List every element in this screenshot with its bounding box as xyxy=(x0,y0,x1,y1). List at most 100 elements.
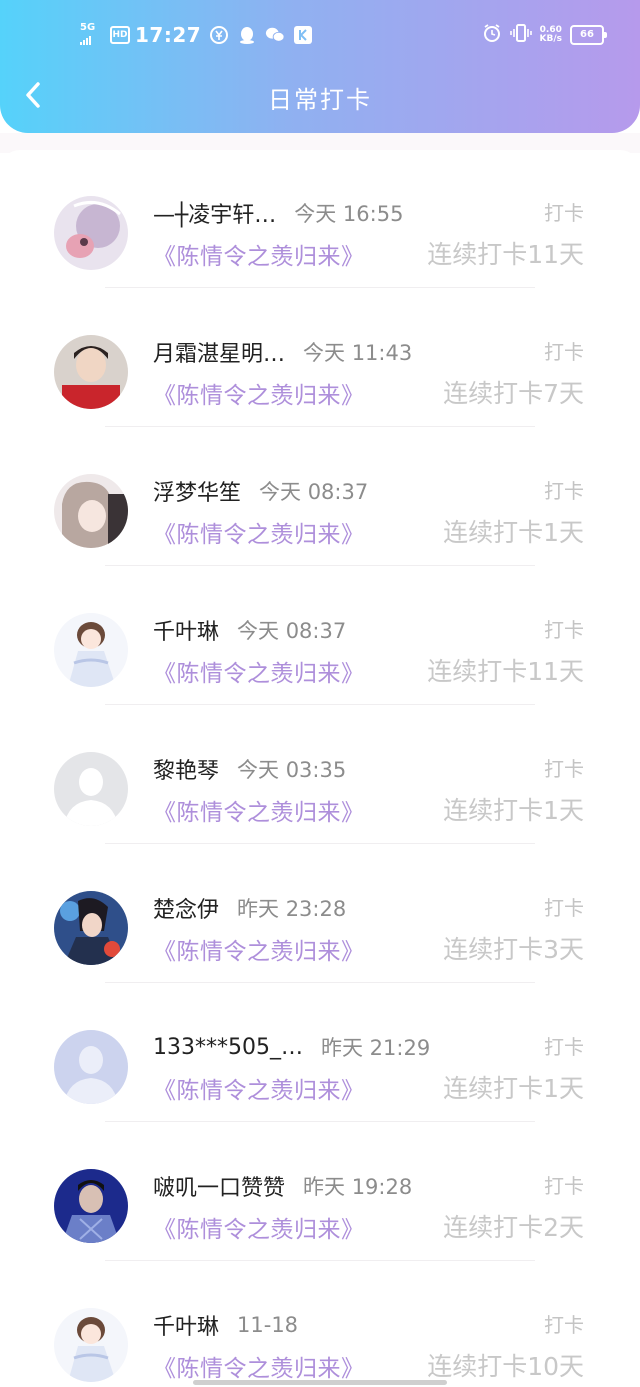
name-line: 千叶琳 今天 08:37 xyxy=(153,614,346,646)
user-name[interactable]: 月霜湛星明… xyxy=(153,336,285,368)
list-item[interactable]: 133***505_… 昨天 21:29 打卡 《陈情令之羡归来》 连续打卡1天 xyxy=(0,984,640,1123)
divider xyxy=(105,426,535,427)
default-gray-avatar[interactable] xyxy=(54,752,128,826)
book-title[interactable]: 《陈情令之羡归来》 xyxy=(153,793,365,827)
list-item[interactable]: 月霜湛星明… 今天 11:43 打卡 《陈情令之羡归来》 连续打卡7天 xyxy=(0,289,640,428)
book-title[interactable]: 《陈情令之羡归来》 xyxy=(153,1071,365,1105)
user-name[interactable]: 千叶琳 xyxy=(153,614,219,646)
checkin-tag: 打卡 xyxy=(544,340,584,364)
list-item[interactable]: 千叶琳 11-18 打卡 《陈情令之羡归来》 连续打卡10天 xyxy=(0,1262,640,1387)
streak-count: 连续打卡1天 xyxy=(443,518,584,547)
header: 5G HD 17:27 0.60 KB/s 66 日常打卡 xyxy=(0,0,640,133)
checkin-time: 今天 08:37 xyxy=(237,619,347,643)
divider xyxy=(105,1260,535,1261)
page-title: 日常打卡 xyxy=(268,86,372,114)
streak-count: 连续打卡11天 xyxy=(427,657,584,686)
divider xyxy=(105,843,535,844)
divider xyxy=(105,565,535,566)
user-name[interactable]: 千叶琳 xyxy=(153,1309,219,1341)
checkin-time: 今天 16:55 xyxy=(294,202,404,226)
list-item[interactable]: 啵叽一口赞赞 昨天 19:28 打卡 《陈情令之羡归来》 连续打卡2天 xyxy=(0,1123,640,1262)
network-type: 5G xyxy=(80,22,96,33)
book-title[interactable]: 《陈情令之羡归来》 xyxy=(153,515,365,549)
checkin-time: 11-18 xyxy=(237,1313,299,1337)
divider xyxy=(105,704,535,705)
list-item[interactable]: 浮梦华笙 今天 08:37 打卡 《陈情令之羡归来》 连续打卡1天 xyxy=(0,428,640,567)
nav-bar: 日常打卡 xyxy=(0,70,640,124)
streak-count: 连续打卡1天 xyxy=(443,796,584,825)
k-app-icon xyxy=(293,25,313,45)
signal-icon: 5G xyxy=(80,22,96,48)
user-name[interactable]: 黎艳琴 xyxy=(153,753,219,785)
user-name[interactable]: 啵叽一口赞赞 xyxy=(153,1170,285,1202)
anime-pink-avatar[interactable] xyxy=(54,196,128,270)
name-line: 月霜湛星明… 今天 11:43 xyxy=(153,336,412,368)
book-title[interactable]: 《陈情令之羡归来》 xyxy=(153,376,365,410)
battery-icon: 66 xyxy=(570,25,607,45)
status-right: 0.60 KB/s 66 xyxy=(482,22,607,48)
vibrate-icon xyxy=(509,23,532,47)
checkin-time: 昨天 21:29 xyxy=(320,1036,431,1060)
user-name[interactable]: —┼凌宇轩… xyxy=(153,197,276,229)
streak-count: 连续打卡7天 xyxy=(443,379,584,408)
list-item[interactable]: 楚念伊 昨天 23:28 打卡 《陈情令之羡归来》 连续打卡3天 xyxy=(0,845,640,984)
name-line: 黎艳琴 今天 03:35 xyxy=(153,753,346,785)
divider xyxy=(105,1121,535,1122)
list-item[interactable]: 千叶琳 今天 08:37 打卡 《陈情令之羡归来》 连续打卡11天 xyxy=(0,567,640,706)
user-name[interactable]: 浮梦华笙 xyxy=(153,475,241,507)
checkin-tag: 打卡 xyxy=(544,1035,584,1059)
user-name[interactable]: 楚念伊 xyxy=(153,892,219,924)
streak-count: 连续打卡1天 xyxy=(443,1074,584,1103)
hd-badge: HD xyxy=(110,26,130,44)
anime-girl-avatar[interactable] xyxy=(54,474,128,548)
checkin-time: 昨天 23:28 xyxy=(237,897,347,921)
chibi-avatar[interactable] xyxy=(54,1308,128,1382)
checkin-tag: 打卡 xyxy=(544,1174,584,1198)
divider xyxy=(105,287,535,288)
checkin-tag: 打卡 xyxy=(544,618,584,642)
name-line: 楚念伊 昨天 23:28 xyxy=(153,892,346,924)
status-time: 17:27 xyxy=(135,23,202,47)
checkin-tag: 打卡 xyxy=(544,201,584,225)
name-line: 啵叽一口赞赞 昨天 19:28 xyxy=(153,1170,412,1202)
book-title[interactable]: 《陈情令之羡归来》 xyxy=(153,1349,365,1383)
boy-night-avatar[interactable] xyxy=(54,1169,128,1243)
status-left: 5G HD 17:27 xyxy=(80,20,313,50)
net-speed-unit: KB/s xyxy=(539,34,562,44)
name-line: 浮梦华笙 今天 08:37 xyxy=(153,475,368,507)
checkin-tag: 打卡 xyxy=(544,1313,584,1337)
checkin-tag: 打卡 xyxy=(544,896,584,920)
divider xyxy=(105,982,535,983)
checkin-tag: 打卡 xyxy=(544,479,584,503)
streak-count: 连续打卡2天 xyxy=(443,1213,584,1242)
boy-photo-avatar[interactable] xyxy=(54,335,128,409)
default-blue-avatar[interactable] xyxy=(54,1030,128,1104)
book-title[interactable]: 《陈情令之羡归来》 xyxy=(153,654,365,688)
net-speed: 0.60 KB/s xyxy=(540,26,562,44)
game-character-avatar[interactable] xyxy=(54,891,128,965)
streak-count: 连续打卡10天 xyxy=(427,1352,584,1381)
alarm-icon xyxy=(482,23,502,47)
screen: 5G HD 17:27 0.60 KB/s 66 日常打卡 —┼凌宇轩… 今天 … xyxy=(0,0,640,1387)
user-name[interactable]: 133***505_… xyxy=(153,1035,303,1060)
name-line: 千叶琳 11-18 xyxy=(153,1309,298,1341)
home-indicator[interactable] xyxy=(193,1380,447,1385)
streak-count: 连续打卡3天 xyxy=(443,935,584,964)
checkin-time: 今天 08:37 xyxy=(259,480,369,504)
checkin-list: —┼凌宇轩… 今天 16:55 打卡 《陈情令之羡归来》 连续打卡11天 月霜湛… xyxy=(0,150,640,1387)
checkin-time: 今天 03:35 xyxy=(237,758,347,782)
checkin-tag: 打卡 xyxy=(544,757,584,781)
streak-count: 连续打卡11天 xyxy=(427,240,584,269)
name-line: 133***505_… 昨天 21:29 xyxy=(153,1031,430,1063)
chibi-avatar[interactable] xyxy=(54,613,128,687)
checkin-time: 今天 11:43 xyxy=(303,341,413,365)
pay-icon xyxy=(209,25,229,45)
book-title[interactable]: 《陈情令之羡归来》 xyxy=(153,1210,365,1244)
list-item[interactable]: —┼凌宇轩… 今天 16:55 打卡 《陈情令之羡归来》 连续打卡11天 xyxy=(0,150,640,289)
qq-icon xyxy=(237,25,257,45)
book-title[interactable]: 《陈情令之羡归来》 xyxy=(153,932,365,966)
status-bar: 5G HD 17:27 0.60 KB/s 66 xyxy=(0,0,640,70)
name-line: —┼凌宇轩… 今天 16:55 xyxy=(153,197,403,229)
list-item[interactable]: 黎艳琴 今天 03:35 打卡 《陈情令之羡归来》 连续打卡1天 xyxy=(0,706,640,845)
book-title[interactable]: 《陈情令之羡归来》 xyxy=(153,237,365,271)
